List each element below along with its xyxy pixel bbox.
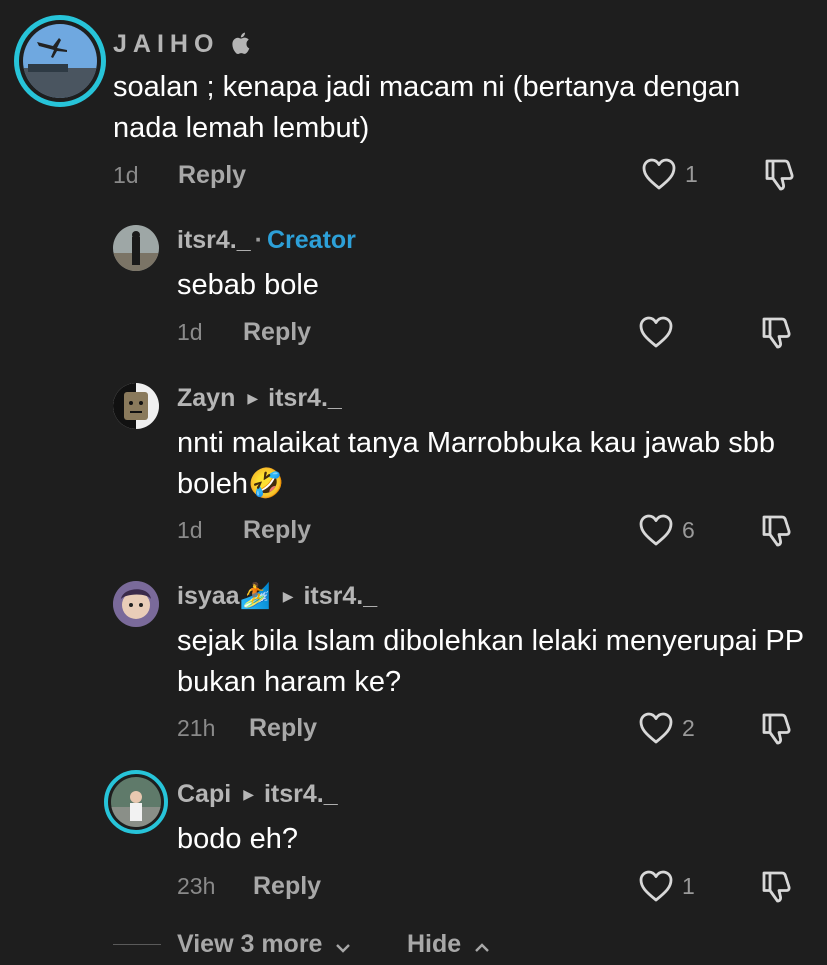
thumbs-down-icon[interactable] — [758, 710, 794, 746]
avatar[interactable] — [14, 15, 106, 107]
comment-text: sejak bila Islam dibolehkan lelaki menye… — [177, 625, 804, 698]
avatar[interactable] — [113, 383, 159, 429]
username[interactable]: itsr4._ · Creator — [177, 226, 356, 255]
reply-button[interactable]: Reply — [249, 714, 317, 743]
like-button[interactable]: 1 — [638, 869, 695, 903]
like-count: 1 — [685, 160, 698, 187]
reply-button[interactable]: Reply — [243, 516, 311, 545]
reply-arrow-icon: ▶ — [247, 390, 259, 406]
thumbs-down-icon[interactable] — [758, 314, 794, 350]
reply-arrow-icon: ▶ — [282, 588, 294, 604]
thumbs-down-icon[interactable] — [758, 512, 794, 548]
comment-text: sebab bole — [177, 269, 319, 301]
chevron-down-icon — [335, 931, 351, 960]
like-button[interactable]: 2 — [638, 711, 695, 745]
reply-arrow-icon: ▶ — [243, 786, 254, 802]
username[interactable]: JAIHO — [113, 30, 250, 61]
reply-button[interactable]: Reply — [253, 872, 321, 901]
thumbs-down-icon[interactable] — [761, 156, 797, 192]
timestamp: 1d — [177, 319, 203, 345]
avatar[interactable] — [104, 770, 168, 834]
like-count: 1 — [682, 872, 695, 899]
like-count: 2 — [682, 714, 695, 741]
heart-outline-icon — [638, 315, 674, 349]
like-button[interactable]: 6 — [638, 513, 695, 547]
timestamp: 21h — [177, 715, 216, 741]
comment-text: soalan ; kenapa jadi macam ni (bertanya … — [113, 71, 741, 144]
divider — [113, 944, 161, 945]
username[interactable]: Zayn ▶ itsr4._ — [177, 384, 342, 413]
reply-button[interactable]: Reply — [178, 161, 246, 190]
timestamp: 1d — [113, 162, 139, 188]
avatar[interactable] — [113, 225, 159, 271]
timestamp: 1d — [177, 517, 203, 543]
heart-outline-icon — [638, 869, 674, 903]
heart-outline-icon — [638, 711, 674, 745]
heart-outline-icon — [641, 157, 677, 191]
comment-text: nnti malaikat tanya Marrobbuka kau jawab… — [177, 427, 776, 500]
creator-badge: Creator — [267, 226, 356, 254]
chevron-up-icon — [474, 931, 490, 960]
like-count: 6 — [682, 516, 695, 543]
thumbs-down-icon[interactable] — [758, 868, 794, 904]
avatar[interactable] — [113, 581, 159, 627]
username[interactable]: Capi ▶ itsr4._ — [177, 780, 338, 809]
view-more-button[interactable]: View 3 more — [177, 930, 351, 960]
comment-text: bodo eh? — [177, 823, 298, 855]
username[interactable]: isyaa🏄 ▶ itsr4._ — [177, 582, 377, 611]
reply-button[interactable]: Reply — [243, 318, 311, 347]
timestamp: 23h — [177, 873, 216, 899]
like-button[interactable]: 1 — [641, 157, 698, 191]
like-button[interactable] — [638, 315, 682, 349]
apple-icon — [232, 32, 250, 61]
heart-outline-icon — [638, 513, 674, 547]
hide-button[interactable]: Hide — [407, 930, 490, 960]
